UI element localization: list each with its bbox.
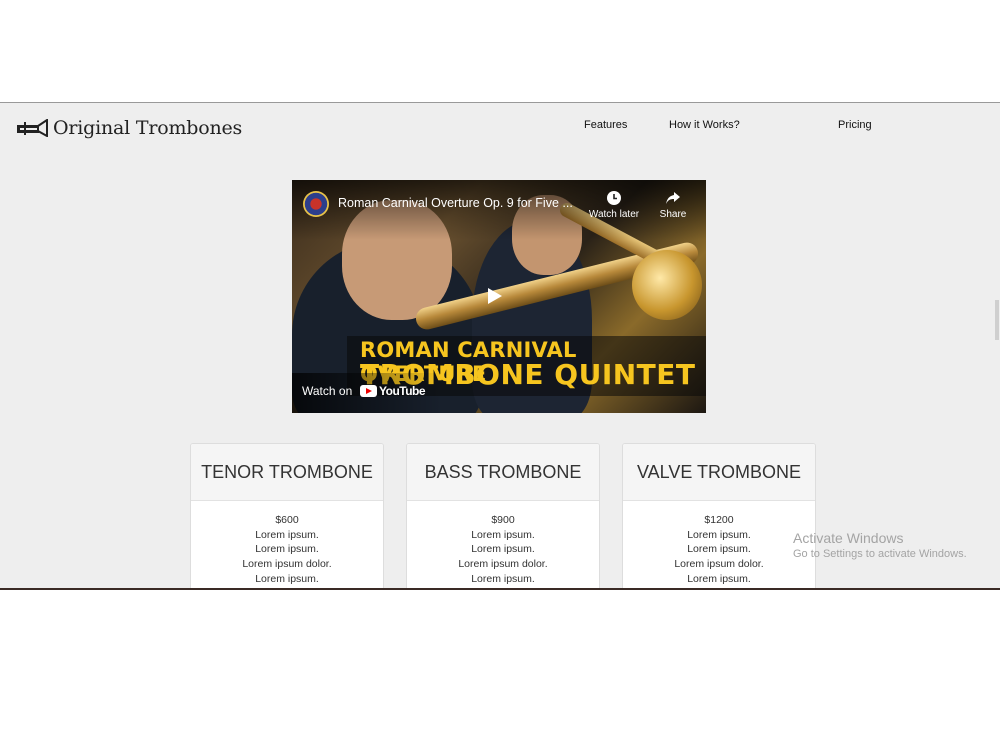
card-title: TENOR TROMBONE [191, 444, 383, 501]
watch-later-button[interactable]: Watch later [586, 190, 642, 220]
card-feature: Lorem ipsum. [687, 572, 751, 585]
nav-link-how-it-works[interactable]: How it Works? [669, 119, 740, 131]
card-price: $900 [491, 514, 515, 526]
card-body: $1200 Lorem ipsum. Lorem ipsum. Lorem ip… [623, 501, 815, 587]
video-thumbnail-trombone-bell [632, 250, 702, 320]
youtube-video-embed[interactable]: Roman Carnival Overture Op. 9 for Five .… [292, 180, 706, 413]
clock-icon [607, 191, 621, 205]
card-feature: Lorem ipsum. [471, 543, 535, 556]
brand-logo[interactable]: Original Trombones [16, 117, 242, 139]
watermark-subtitle: Go to Settings to activate Windows. [793, 548, 967, 560]
card-feature: Lorem ipsum. [471, 572, 535, 585]
card-feature: Lorem ipsum. [687, 543, 751, 556]
card-feature: Lorem ipsum. [471, 528, 535, 541]
share-button[interactable]: Share [656, 190, 690, 220]
card-feature: Lorem ipsum. [255, 543, 319, 556]
scrollbar-thumb[interactable] [995, 300, 999, 340]
card-feature: Lorem ipsum. [255, 528, 319, 541]
card-price: $1200 [704, 514, 734, 526]
card-body: $600 Lorem ipsum. Lorem ipsum. Lorem ips… [191, 501, 383, 587]
play-icon[interactable] [488, 288, 502, 304]
card-feature: Lorem ipsum dolor. [674, 558, 764, 571]
video-title[interactable]: Roman Carnival Overture Op. 9 for Five .… [338, 196, 573, 210]
card-title: BASS TROMBONE [407, 444, 599, 501]
share-label: Share [659, 209, 687, 220]
card-feature: Lorem ipsum. [255, 572, 319, 585]
card-title: VALVE TROMBONE [623, 444, 815, 501]
youtube-logo-link[interactable]: YouTube [360, 384, 426, 398]
nav-link-features[interactable]: Features [584, 119, 627, 131]
pricing-card-bass: BASS TROMBONE $900 Lorem ipsum. Lorem ip… [406, 443, 600, 590]
pricing-card-tenor: TENOR TROMBONE $600 Lorem ipsum. Lorem i… [190, 443, 384, 590]
share-arrow-icon [666, 192, 680, 204]
youtube-wordmark: YouTube [379, 384, 426, 398]
card-body: $900 Lorem ipsum. Lorem ipsum. Lorem ips… [407, 501, 599, 587]
watermark-title: Activate Windows [793, 530, 904, 546]
watch-later-label: Watch later [588, 209, 640, 220]
youtube-play-icon [360, 385, 377, 397]
card-feature: Lorem ipsum dolor. [242, 558, 332, 571]
video-top-shade [292, 180, 706, 240]
watch-on-label: Watch on [302, 384, 353, 398]
channel-avatar[interactable] [303, 191, 329, 217]
activate-windows-watermark: Activate Windows Go to Settings to activ… [793, 530, 967, 560]
card-price: $600 [275, 514, 299, 526]
card-feature: Lorem ipsum dolor. [458, 558, 548, 571]
card-feature: Lorem ipsum. [687, 528, 751, 541]
pricing-card-valve: VALVE TROMBONE $1200 Lorem ipsum. Lorem … [622, 443, 816, 590]
brand-name: Original Trombones [53, 117, 243, 139]
window-bottom-edge [0, 588, 1000, 590]
nav-link-pricing[interactable]: Pricing [838, 119, 872, 131]
trombone-icon [17, 119, 48, 137]
page-viewport: Original Trombones Features How it Works… [0, 102, 1000, 590]
